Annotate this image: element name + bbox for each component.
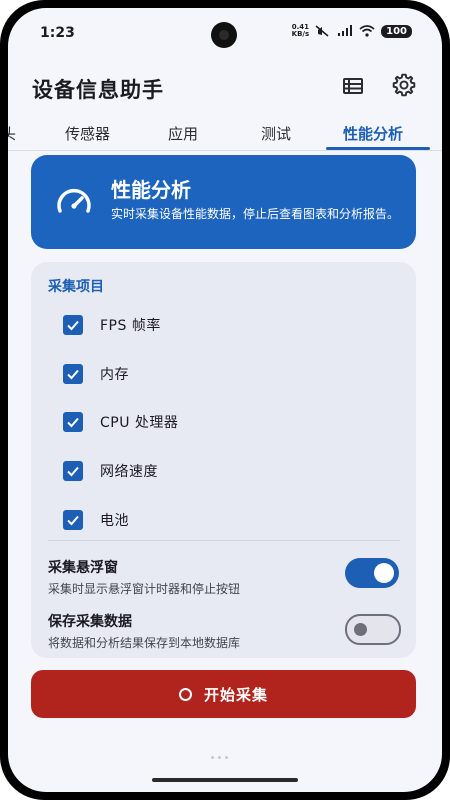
- mute-icon: [315, 25, 329, 37]
- collect-panel: 采集项目 FPS 帧率 内存 CPU 处理器 网络速度 电池 采集悬浮窗 采集时…: [31, 262, 416, 658]
- checkbox-checked[interactable]: [63, 510, 83, 530]
- floating-window-description: 采集时显示悬浮窗计时器和停止按钮: [48, 582, 241, 596]
- floating-window-title: 采集悬浮窗: [48, 560, 118, 576]
- save-data-description: 将数据和分析结果保存到本地数据库: [48, 636, 241, 650]
- check-label: FPS 帧率: [100, 318, 161, 334]
- toggle-knob: [354, 623, 367, 636]
- section-label: 采集项目: [48, 279, 104, 295]
- checkbox-checked[interactable]: [63, 315, 83, 335]
- start-collect-button[interactable]: 开始采集: [31, 670, 416, 718]
- start-collect-label: 开始采集: [203, 685, 268, 704]
- page-indicator: [211, 756, 228, 759]
- check-item-fps[interactable]: FPS 帧率: [63, 314, 161, 336]
- home-indicator[interactable]: [152, 778, 298, 782]
- app-title: 设备信息助手: [32, 78, 164, 102]
- tab-bar: 头 传感器 应用 测试 性能分析: [8, 116, 442, 151]
- hero-description: 实时采集设备性能数据，停止后查看图表和分析报告。: [111, 207, 400, 221]
- net-speed-unit: KB/s: [291, 30, 310, 38]
- net-speed: 0.41 KB/s: [292, 24, 309, 38]
- check-label: 电池: [100, 513, 129, 529]
- check-icon: [67, 466, 79, 477]
- gear-icon[interactable]: [391, 72, 417, 98]
- save-data-title: 保存采集数据: [48, 614, 132, 630]
- checkbox-checked[interactable]: [63, 461, 83, 481]
- toggle-knob: [374, 563, 394, 583]
- check-item-memory[interactable]: 内存: [63, 363, 129, 385]
- tab-partial[interactable]: 头: [8, 123, 16, 144]
- check-label: 网络速度: [100, 464, 158, 480]
- tab-tests[interactable]: 测试: [261, 123, 291, 144]
- check-icon: [67, 515, 79, 526]
- check-label: 内存: [100, 367, 129, 383]
- checkbox-checked[interactable]: [63, 412, 83, 432]
- status-indicators: 0.41 KB/s 100: [292, 24, 412, 38]
- tab-performance[interactable]: 性能分析: [343, 123, 403, 144]
- hero-card: 性能分析 实时采集设备性能数据，停止后查看图表和分析报告。: [31, 155, 416, 249]
- app-screen: 1:23 0.41 KB/s 100 设备信息助手 头 传感器 应用 测试 性能…: [8, 8, 442, 792]
- phone-frame: 1:23 0.41 KB/s 100 设备信息助手 头 传感器 应用 测试 性能…: [0, 0, 450, 800]
- record-icon: [178, 687, 192, 701]
- tab-apps[interactable]: 应用: [168, 123, 198, 144]
- list-icon[interactable]: [341, 74, 365, 98]
- floating-window-toggle[interactable]: [345, 558, 399, 588]
- check-icon: [67, 417, 79, 428]
- battery-indicator: 100: [381, 24, 412, 38]
- tab-active-indicator: [326, 147, 430, 150]
- hero-title: 性能分析: [111, 178, 191, 202]
- signal-icon: [338, 25, 353, 36]
- status-bar: 1:23 0.41 KB/s 100: [8, 8, 442, 54]
- check-item-cpu[interactable]: CPU 处理器: [63, 411, 178, 433]
- check-label: CPU 处理器: [100, 415, 179, 431]
- check-icon: [67, 320, 79, 331]
- status-time: 1:23: [40, 25, 75, 41]
- divider: [48, 540, 400, 541]
- front-camera: [211, 22, 237, 48]
- checkbox-checked[interactable]: [63, 364, 83, 384]
- speedometer-icon: [57, 188, 91, 213]
- tab-sensors[interactable]: 传感器: [65, 123, 110, 144]
- check-item-battery[interactable]: 电池: [63, 509, 129, 531]
- check-item-network[interactable]: 网络速度: [63, 460, 158, 482]
- save-data-toggle[interactable]: [345, 614, 401, 645]
- wifi-icon: [359, 25, 375, 37]
- check-icon: [67, 369, 79, 380]
